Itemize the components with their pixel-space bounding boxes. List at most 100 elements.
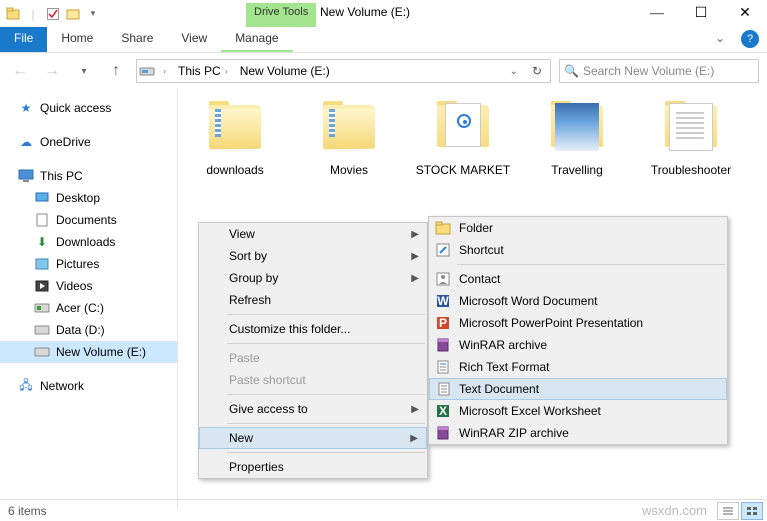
breadcrumb-volume[interactable]: New Volume (E:) [236, 62, 334, 80]
ctx-new-rtf[interactable]: Rich Text Format [429, 356, 727, 378]
ctx-group-by[interactable]: Group by▶ [199, 267, 427, 289]
drive-tools-tab[interactable]: Drive Tools [246, 3, 316, 27]
ctx-new-powerpoint[interactable]: PMicrosoft PowerPoint Presentation [429, 312, 727, 334]
submenu-arrow-icon: ▶ [411, 251, 419, 262]
ctx-new-word[interactable]: WMicrosoft Word Document [429, 290, 727, 312]
close-button[interactable]: ✕ [723, 0, 767, 27]
folder-item[interactable]: downloads [184, 99, 286, 177]
item-label: Troubleshooter [651, 163, 731, 177]
ctx-sort-by[interactable]: Sort by▶ [199, 245, 427, 267]
ribbon-chevron-icon[interactable]: ⌄ [707, 27, 733, 52]
download-icon: ⬇ [34, 234, 50, 250]
drive-icon [34, 344, 50, 360]
recent-locations-button[interactable]: ▾ [72, 59, 96, 83]
forward-button[interactable]: → [40, 59, 64, 83]
window-controls: — ☐ ✕ [635, 0, 767, 27]
documents-icon [34, 212, 50, 228]
address-dropdown-icon[interactable]: ⌄ [506, 66, 522, 77]
ctx-new-winrar[interactable]: WinRAR archive [429, 334, 727, 356]
ctx-new-folder[interactable]: Folder [429, 217, 727, 239]
folder-item[interactable]: Travelling [526, 99, 628, 177]
ctx-properties[interactable]: Properties [199, 456, 427, 478]
rtf-icon [435, 359, 451, 375]
ribbon: File Home Share View Manage ⌄ ? [0, 27, 767, 53]
address-row: ← → ▾ ↑ › This PC› New Volume (E:) ⌄ ↻ 🔍… [0, 53, 767, 89]
shortcut-icon [435, 242, 451, 258]
item-label: Travelling [551, 163, 603, 177]
nav-desktop[interactable]: Desktop [0, 187, 177, 209]
breadcrumb-this-pc[interactable]: This PC› [174, 62, 232, 80]
ctx-new-winrar-zip[interactable]: WinRAR ZIP archive [429, 422, 727, 444]
folder-item[interactable]: Movies [298, 99, 400, 177]
up-button[interactable]: ↑ [104, 59, 128, 83]
nav-pictures[interactable]: Pictures [0, 253, 177, 275]
ctx-paste-shortcut: Paste shortcut [199, 369, 427, 391]
maximize-button[interactable]: ☐ [679, 0, 723, 27]
folder-item[interactable]: Troubleshooter [640, 99, 742, 177]
ctx-new-contact[interactable]: Contact [429, 268, 727, 290]
nav-new-volume-e[interactable]: New Volume (E:) [0, 341, 177, 363]
title-bar: | ▾ Drive Tools New Volume (E:) — ☐ ✕ [0, 0, 767, 27]
nav-documents[interactable]: Documents [0, 209, 177, 231]
ctx-customize[interactable]: Customize this folder... [199, 318, 427, 340]
ctx-separator [227, 343, 425, 344]
explorer-icon [4, 5, 22, 23]
folder-icon [205, 99, 265, 159]
address-bar[interactable]: › This PC› New Volume (E:) ⌄ ↻ [136, 59, 551, 83]
item-label: Movies [330, 163, 368, 177]
refresh-button[interactable]: ↻ [526, 64, 548, 78]
drive-icon [34, 322, 50, 338]
quick-access-toolbar: | ▾ [0, 0, 106, 27]
nav-network[interactable]: 🖧Network [0, 375, 177, 397]
navigation-pane: ★Quick access ☁OneDrive This PC Desktop … [0, 89, 178, 509]
qat-folder-icon[interactable] [64, 5, 82, 23]
ctx-refresh[interactable]: Refresh [199, 289, 427, 311]
qat-checkbox[interactable] [44, 5, 62, 23]
nav-acer-c[interactable]: Acer (C:) [0, 297, 177, 319]
ctx-new-shortcut[interactable]: Shortcut [429, 239, 727, 261]
details-view-button[interactable] [717, 502, 739, 520]
nav-downloads[interactable]: ⬇Downloads [0, 231, 177, 253]
ctx-separator [227, 452, 425, 453]
ctx-view[interactable]: View▶ [199, 223, 427, 245]
archive-icon [435, 337, 451, 353]
videos-icon [34, 278, 50, 294]
folder-icon [433, 99, 493, 159]
minimize-button[interactable]: — [635, 0, 679, 27]
pictures-icon [34, 256, 50, 272]
submenu-arrow-icon: ▶ [411, 273, 419, 284]
qat-overflow-icon[interactable]: ▾ [84, 5, 102, 23]
back-button[interactable]: ← [8, 59, 32, 83]
nav-videos[interactable]: Videos [0, 275, 177, 297]
search-icon: 🔍 [564, 64, 579, 78]
help-icon[interactable]: ? [741, 30, 759, 48]
icons-view-button[interactable] [741, 502, 763, 520]
view-tab[interactable]: View [167, 27, 221, 52]
search-placeholder: Search New Volume (E:) [583, 64, 714, 78]
ctx-new[interactable]: New▶ [199, 427, 427, 449]
text-icon [436, 381, 452, 397]
ctx-give-access[interactable]: Give access to▶ [199, 398, 427, 420]
submenu-arrow-icon: ▶ [410, 433, 418, 444]
status-bar: 6 items wsxdn.com [0, 499, 767, 521]
ctx-separator [227, 423, 425, 424]
nav-quick-access[interactable]: ★Quick access [0, 97, 177, 119]
folder-icon [435, 220, 451, 236]
folder-icon [547, 99, 607, 159]
svg-text:W: W [437, 294, 449, 308]
ctx-new-excel[interactable]: XMicrosoft Excel Worksheet [429, 400, 727, 422]
folder-item[interactable]: STOCK MARKET [412, 99, 514, 177]
archive-icon [435, 425, 451, 441]
drive-icon [34, 300, 50, 316]
nav-data-d[interactable]: Data (D:) [0, 319, 177, 341]
breadcrumb-sep[interactable]: › [159, 64, 170, 78]
home-tab[interactable]: Home [47, 27, 107, 52]
ctx-new-text[interactable]: Text Document [429, 378, 727, 400]
manage-tab[interactable]: Manage [221, 27, 292, 52]
powerpoint-icon: P [435, 315, 451, 331]
file-tab[interactable]: File [0, 27, 47, 52]
nav-onedrive[interactable]: ☁OneDrive [0, 131, 177, 153]
nav-this-pc[interactable]: This PC [0, 165, 177, 187]
share-tab[interactable]: Share [107, 27, 167, 52]
search-box[interactable]: 🔍 Search New Volume (E:) [559, 59, 759, 83]
